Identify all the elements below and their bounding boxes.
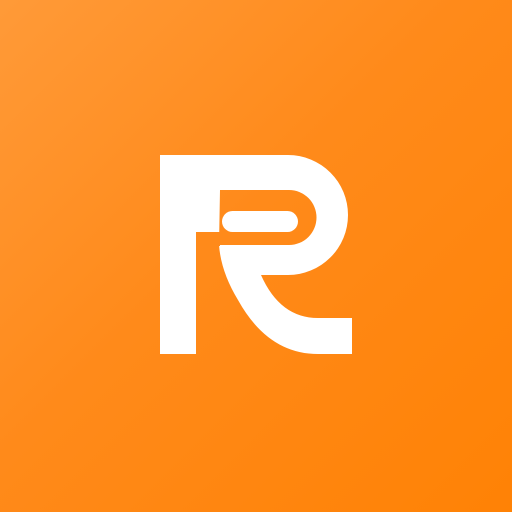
r-monogram-bar — [222, 211, 298, 232]
r-monogram-icon — [160, 155, 352, 354]
r-monogram-notch — [196, 232, 220, 246]
app-icon — [0, 0, 512, 512]
r-monogram-body — [160, 155, 352, 354]
